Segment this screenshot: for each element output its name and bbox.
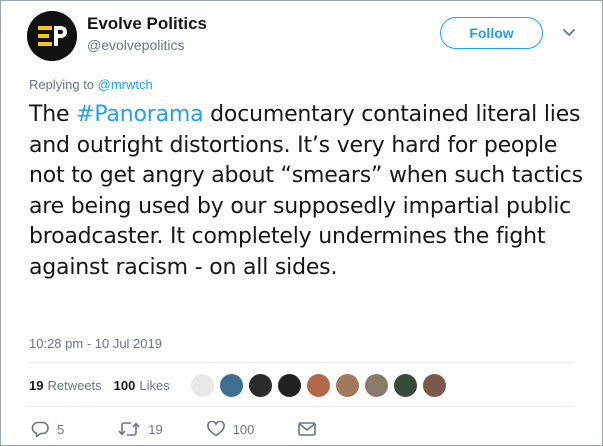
retweet-count: 19 (148, 421, 163, 437)
likes-label: Likes (139, 378, 170, 393)
liker-avatar[interactable] (393, 373, 418, 398)
liker-avatars (190, 373, 451, 398)
divider (29, 362, 573, 363)
chevron-down-icon[interactable] (561, 26, 577, 40)
evolve-politics-logo-icon (27, 11, 77, 61)
replying-to: Replying to @mrwtch (29, 77, 153, 92)
reply-icon (31, 421, 49, 437)
replying-to-handle-link[interactable]: @mrwtch (98, 77, 153, 92)
tweet-text-rest: documentary contained literal lies and o… (29, 102, 583, 280)
avatar[interactable] (27, 11, 77, 61)
liker-avatar[interactable] (422, 373, 447, 398)
retweets-count: 19 (29, 378, 44, 393)
liker-avatar[interactable] (190, 373, 215, 398)
liker-avatar[interactable] (364, 373, 389, 398)
engagement-stats: 19 Retweets 100 Likes (29, 378, 182, 393)
author-handle[interactable]: @evolvepolitics (87, 37, 184, 53)
tweet-actions: 5 19 100 (31, 421, 324, 437)
author-name[interactable]: Evolve Politics (87, 14, 207, 34)
liker-avatar[interactable] (277, 373, 302, 398)
heart-icon (206, 421, 225, 437)
likes-stat[interactable]: 100 Likes (114, 378, 170, 393)
retweet-button[interactable]: 19 (118, 421, 163, 437)
retweet-icon (118, 422, 140, 436)
envelope-icon (298, 422, 317, 436)
tweet-text-start: The (29, 102, 77, 127)
liker-avatar[interactable] (248, 373, 273, 398)
follow-button[interactable]: Follow (440, 17, 543, 49)
replying-to-prefix: Replying to (29, 77, 98, 92)
liker-avatar[interactable] (306, 373, 331, 398)
direct-message-button[interactable] (298, 422, 324, 436)
tweet-card: Evolve Politics @evolvepolitics Follow R… (0, 0, 603, 446)
tweet-text: The #Panorama documentary contained lite… (29, 100, 589, 283)
tweet-timestamp[interactable]: 10:28 pm - 10 Jul 2019 (29, 336, 162, 351)
liker-avatar[interactable] (335, 373, 360, 398)
reply-count: 5 (57, 421, 65, 437)
reply-button[interactable]: 5 (31, 421, 64, 437)
retweets-stat[interactable]: 19 Retweets (29, 378, 102, 393)
retweets-label: Retweets (47, 378, 102, 393)
like-count: 100 (232, 421, 255, 437)
likes-count: 100 (113, 378, 136, 393)
like-button[interactable]: 100 (206, 421, 255, 437)
hashtag-link[interactable]: #Panorama (76, 102, 203, 127)
liker-avatar[interactable] (219, 373, 244, 398)
divider (29, 406, 573, 407)
